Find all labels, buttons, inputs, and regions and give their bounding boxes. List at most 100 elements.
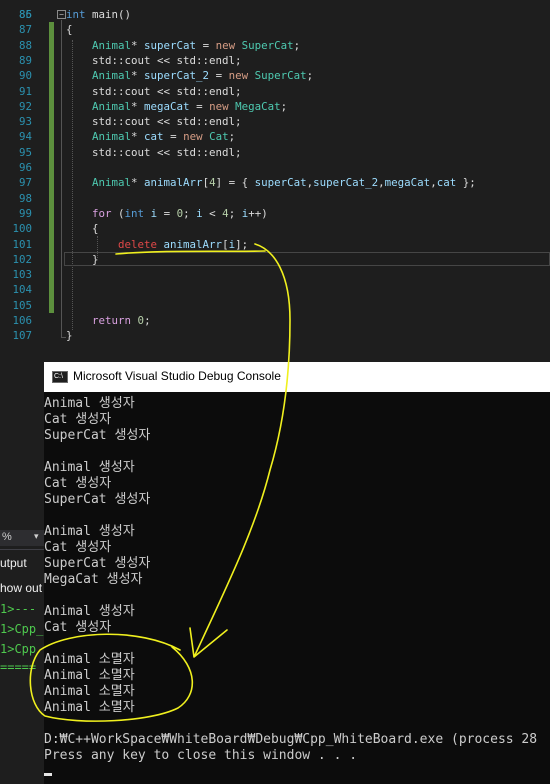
code-token: { xyxy=(66,23,73,37)
console-line: Cat 생성자 xyxy=(44,412,112,427)
code-token: superCat_2 xyxy=(313,176,379,190)
code-text: } xyxy=(66,252,99,267)
console-line: Animal 소멸자 xyxy=(44,684,135,699)
line-number: 91 xyxy=(18,84,32,98)
code-token: Animal xyxy=(92,176,132,190)
line-number: 106 xyxy=(12,314,32,327)
console-line: Animal 생성자 xyxy=(44,604,135,619)
code-text: Animal* superCat = new SuperCat; xyxy=(66,38,300,53)
code-token: Cat xyxy=(209,130,229,144)
code-line[interactable]: 107} xyxy=(0,328,550,343)
code-token: superCat xyxy=(254,176,307,190)
code-token: = xyxy=(163,130,184,144)
code-token: * xyxy=(131,99,145,113)
code-text: for (int i = 0; i < 4; i++) xyxy=(66,206,268,221)
output-panel-fragment: % ▾ utput how out 1>--- 1>Cpp_ 1>Cpp ===… xyxy=(0,362,44,784)
code-token: ( xyxy=(111,206,125,220)
code-text: delete animalArr[i]; xyxy=(66,237,248,252)
code-line[interactable]: 90 Animal* superCat_2 = new SuperCat; xyxy=(0,68,550,83)
code-text: return 0; xyxy=(66,313,151,328)
line-number: 88 xyxy=(18,38,32,52)
console-line: Animal 소멸자 xyxy=(44,700,135,715)
code-line[interactable]: 101 delete animalArr[i]; xyxy=(0,237,550,252)
code-line[interactable]: 105 xyxy=(0,298,550,313)
code-token: ; xyxy=(183,206,197,220)
code-line[interactable]: 93 std::cout << std::endl; xyxy=(0,114,550,129)
line-number: 104 xyxy=(12,283,32,297)
code-line[interactable]: 106 return 0; xyxy=(0,313,550,328)
code-text: Animal* megaCat = new MegaCat; xyxy=(66,99,287,114)
code-line[interactable]: 102 } xyxy=(0,252,550,267)
console-line: D:₩C++WorkSpace₩WhiteBoard₩Debug₩Cpp_Whi… xyxy=(44,732,538,747)
code-line[interactable]: 94 Animal* cat = new Cat; xyxy=(0,129,550,144)
code-token: } xyxy=(66,329,73,343)
code-token: megaCat xyxy=(144,99,190,113)
console-line: Animal 생성자 xyxy=(44,396,135,411)
code-token: * xyxy=(131,69,145,83)
code-text: { xyxy=(66,221,99,236)
line-number: 96 xyxy=(18,161,32,174)
code-token: Animal xyxy=(92,69,132,83)
line-number: 102 xyxy=(12,252,32,266)
console-titlebar[interactable]: C:\ Microsoft Visual Studio Debug Consol… xyxy=(44,362,550,392)
code-line[interactable]: 91 std::cout << std::endl; xyxy=(0,84,550,99)
code-line[interactable]: 104 xyxy=(0,282,550,297)
console-line: Animal 소멸자 xyxy=(44,652,135,667)
code-line[interactable]: 87 { xyxy=(0,22,550,37)
line-number: 95 xyxy=(18,145,32,159)
code-text: Animal* superCat_2 = new SuperCat; xyxy=(66,68,313,83)
code-line[interactable]: 89 std::cout << std::endl; xyxy=(0,53,550,68)
code-token: int xyxy=(66,8,86,21)
code-line[interactable]: 98 xyxy=(0,191,550,206)
console-line: MegaCat 생성자 xyxy=(44,572,143,587)
code-token: Animal xyxy=(92,38,132,52)
code-token: * xyxy=(131,38,145,52)
code-token: for xyxy=(92,206,112,220)
code-text: int main() xyxy=(66,7,131,22)
code-line[interactable]: 88 Animal* superCat = new SuperCat; xyxy=(0,38,550,53)
code-line[interactable]: 95 std::cout << std::endl; xyxy=(0,145,550,160)
line-number: 98 xyxy=(18,191,32,205)
line-number: 105 xyxy=(12,298,32,312)
code-token: superCat_2 xyxy=(144,69,210,83)
line-number: 100 xyxy=(12,222,32,236)
code-line[interactable]: 100 { xyxy=(0,221,550,236)
console-line: Animal 생성자 xyxy=(44,460,135,475)
code-line[interactable]: 86 int main() xyxy=(0,7,550,22)
code-line[interactable]: 99 for (int i = 0; i < 4; i++) xyxy=(0,206,550,221)
chevron-down-icon: ▾ xyxy=(34,531,39,541)
build-line: ===== xyxy=(0,660,37,674)
line-number: 97 xyxy=(18,176,32,190)
code-line[interactable]: 103 xyxy=(0,267,550,282)
code-text: } xyxy=(66,328,73,343)
code-token: = xyxy=(189,99,210,113)
line-number-partial: 85 xyxy=(18,8,32,21)
code-text: { xyxy=(66,22,73,37)
code-line[interactable]: 96 xyxy=(0,160,550,175)
build-line: 1>--- xyxy=(0,602,37,616)
console-line: SuperCat 생성자 xyxy=(44,428,151,443)
code-token: { xyxy=(66,222,99,236)
code-token: ]; xyxy=(235,237,249,251)
code-line[interactable]: 92 Animal* megaCat = new MegaCat; xyxy=(0,99,550,114)
code-token: std::cout << std::endl; xyxy=(66,115,242,129)
debug-console-window[interactable]: C:\ Microsoft Visual Studio Debug Consol… xyxy=(44,362,550,784)
console-line: Press any key to close this window . . . xyxy=(44,748,358,763)
show-output-label[interactable]: how out xyxy=(0,581,42,595)
zoom-dropdown[interactable]: % ▾ xyxy=(0,530,44,546)
code-line[interactable]: 97 Animal* animalArr[4] = { superCat,sup… xyxy=(0,175,550,190)
build-line: 1>Cpp_ xyxy=(0,622,44,636)
text-cursor xyxy=(44,773,52,776)
code-token: cat xyxy=(144,130,164,144)
code-token: std::cout << std::endl; xyxy=(66,53,242,67)
code-token: ; xyxy=(280,99,288,113)
code-editor[interactable]: 85 − 86 int main() 87{88 Animal* superCat … xyxy=(0,0,550,362)
console-app-icon: C:\ xyxy=(52,371,68,383)
code-token: animalArr xyxy=(144,176,203,190)
code-token: int xyxy=(124,206,145,220)
code-token: return xyxy=(92,314,132,327)
